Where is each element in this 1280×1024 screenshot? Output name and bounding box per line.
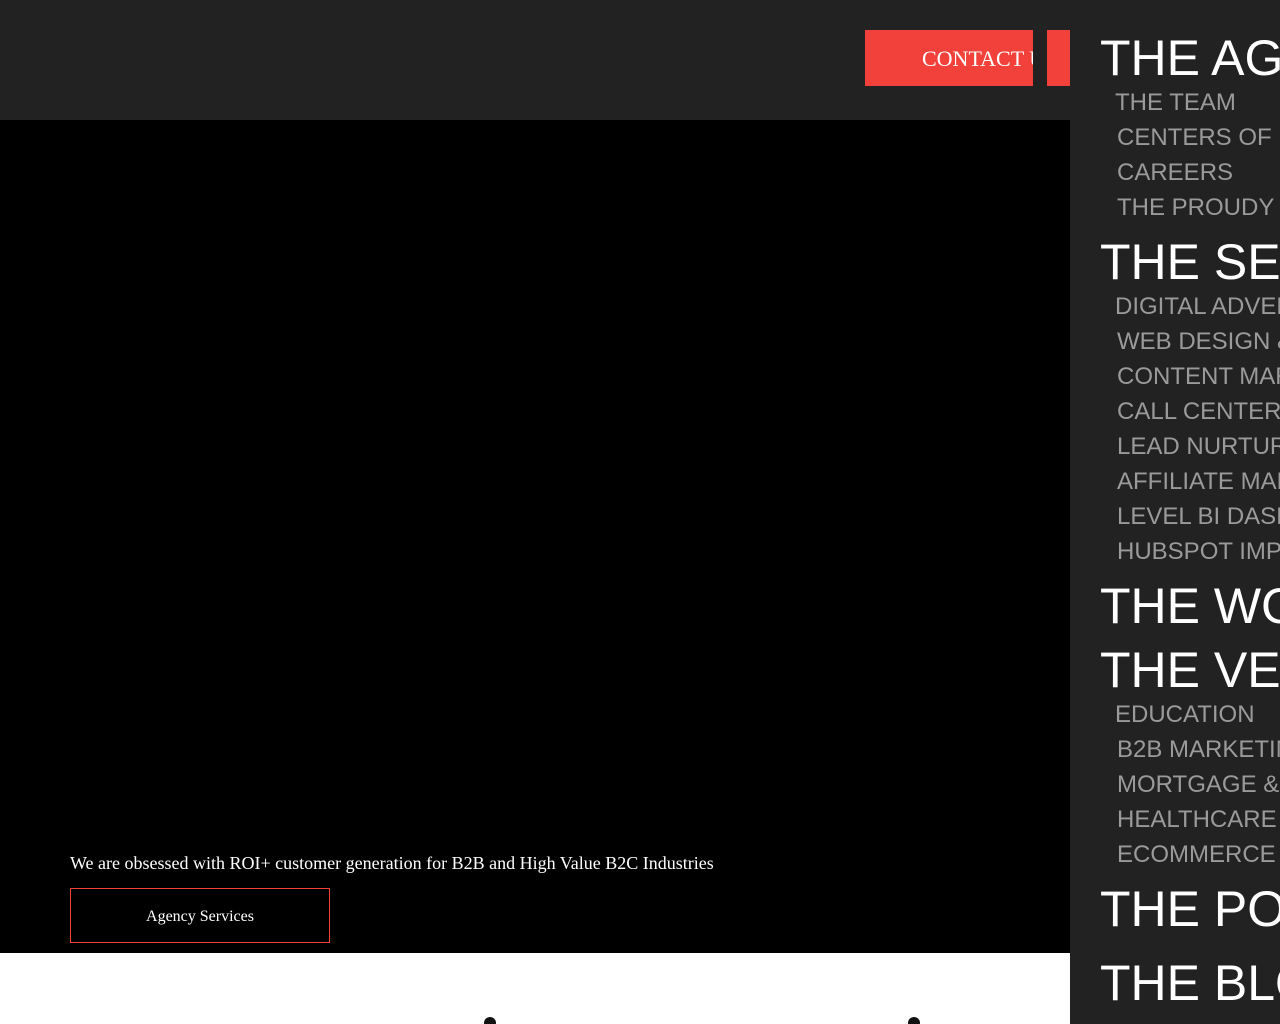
nav-section-agency[interactable]: THE AGENCY [1100, 30, 1280, 86]
nav-item-healthcare[interactable]: HEALTHCARE [1117, 805, 1277, 835]
hero-section: We are obsessed with ROI+ customer gener… [0, 120, 1070, 953]
top-header: CONTACT US [0, 0, 1070, 120]
agency-services-button[interactable]: Agency Services [70, 888, 330, 943]
nav-item-the-team[interactable]: THE TEAM [1115, 88, 1236, 118]
nav-item-the-proudy[interactable]: THE PROUDY [1117, 193, 1274, 223]
nav-item-ecommerce[interactable]: ECOMMERCE [1117, 840, 1276, 870]
contact-us-button-overflow[interactable] [1047, 30, 1070, 86]
contact-us-button[interactable]: CONTACT US [865, 30, 1033, 86]
nav-item-level-bi-dashboards[interactable]: LEVEL BI DASHBOARDS [1117, 502, 1280, 532]
page: CONTACT US We are obsessed with ROI+ cus… [0, 0, 1280, 1024]
nav-item-centers-of-excellence[interactable]: CENTERS OF EXCELLENCE [1117, 123, 1280, 153]
nav-item-web-design[interactable]: WEB DESIGN & DEVELOPMENT [1117, 327, 1280, 357]
nav-item-digital-advertising[interactable]: DIGITAL ADVERTISING [1115, 292, 1280, 322]
bullet-icon [484, 1017, 496, 1024]
nav-section-podcast[interactable]: THE PODCAST [1100, 881, 1280, 937]
nav-item-call-center[interactable]: CALL CENTER [1117, 397, 1280, 427]
nav-item-lead-nurturing[interactable]: LEAD NURTURING [1117, 432, 1280, 462]
nav-section-work[interactable]: THE WORK [1100, 578, 1280, 634]
bullet-icon [908, 1017, 920, 1024]
nav-section-services[interactable]: THE SERVICES [1100, 234, 1280, 290]
nav-item-affiliate-marketing[interactable]: AFFILIATE MARKETING [1117, 467, 1280, 497]
nav-section-blog[interactable]: THE BLOG [1100, 955, 1280, 1011]
lower-content-section [0, 953, 1070, 1024]
nav-item-b2b-marketing[interactable]: B2B MARKETING [1117, 735, 1280, 765]
nav-item-education[interactable]: EDUCATION [1115, 700, 1255, 730]
side-navigation-panel: THE AGENCY THE TEAM CENTERS OF EXCELLENC… [1070, 0, 1280, 1024]
nav-item-mortgage-finance[interactable]: MORTGAGE & FINANCE [1117, 770, 1280, 800]
nav-section-verticals[interactable]: THE VERTICALS [1100, 642, 1280, 698]
nav-item-careers[interactable]: CAREERS [1117, 158, 1233, 188]
nav-item-hubspot-implementation[interactable]: HUBSPOT IMPLEMENTATION [1117, 537, 1280, 567]
nav-item-content-marketing[interactable]: CONTENT MARKETING [1117, 362, 1280, 392]
hero-tagline: We are obsessed with ROI+ customer gener… [70, 853, 714, 873]
